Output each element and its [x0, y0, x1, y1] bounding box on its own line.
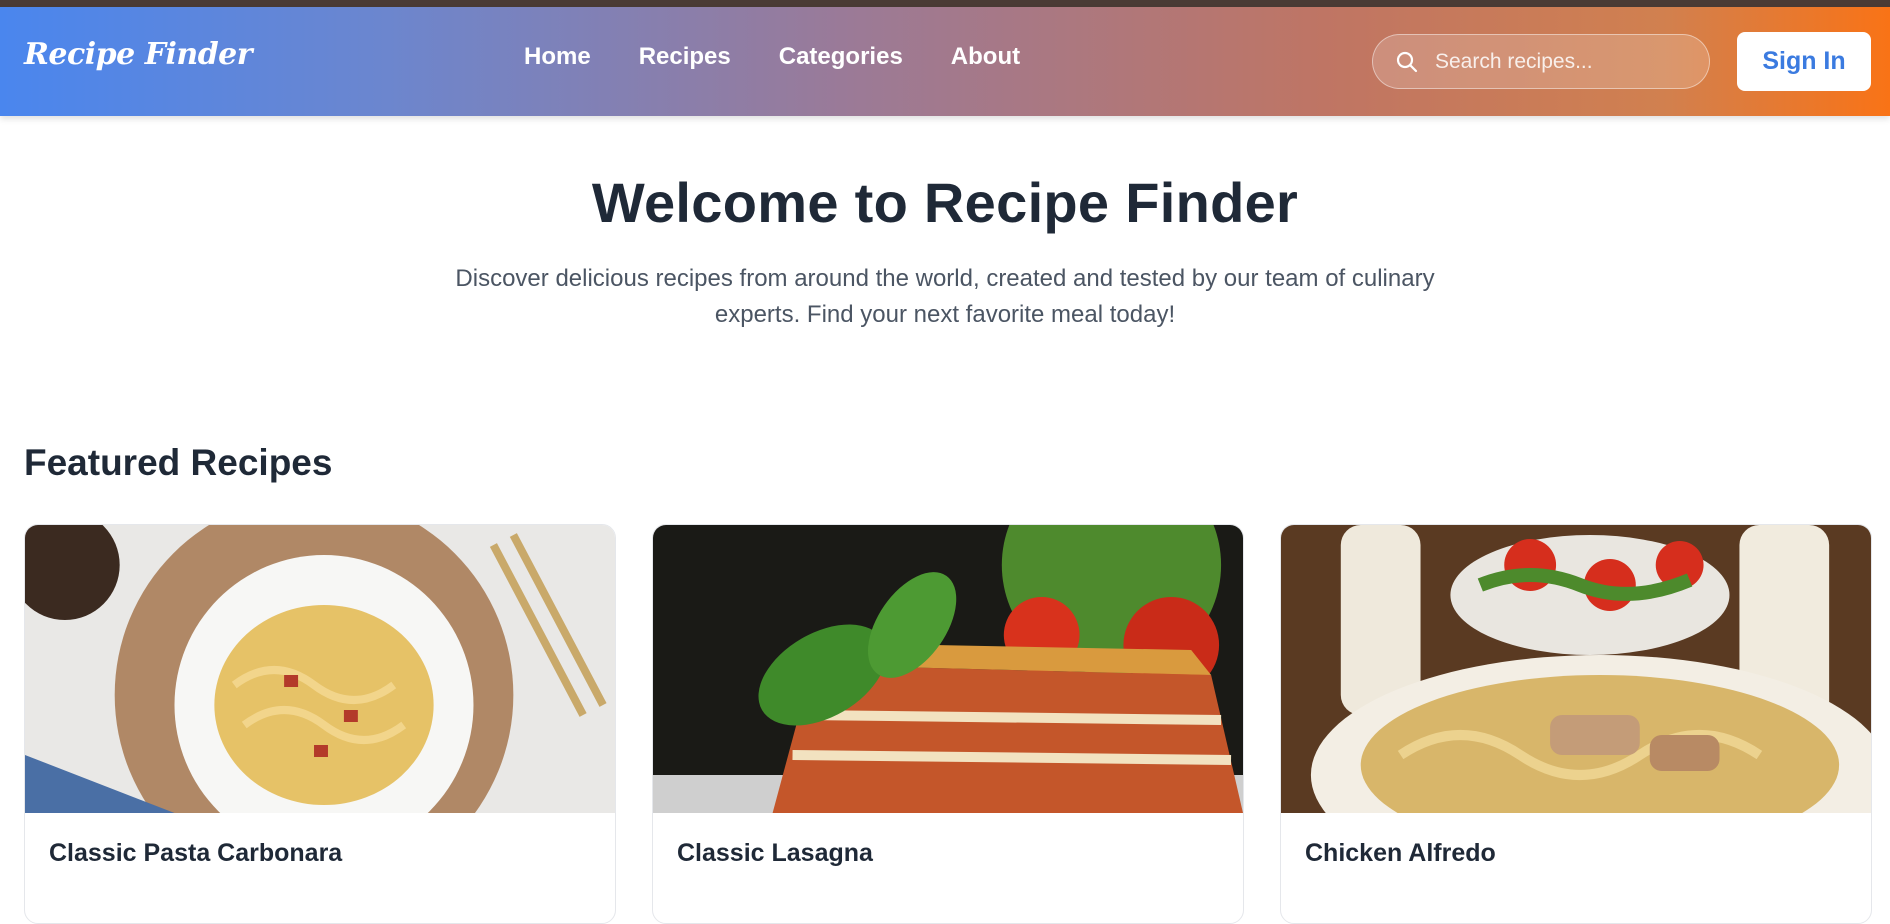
hero-section: Welcome to Recipe Finder Discover delici…: [0, 116, 1890, 333]
hero-title: Welcome to Recipe Finder: [591, 171, 1299, 234]
nav-home[interactable]: Home: [524, 43, 591, 71]
recipe-card-alfredo[interactable]: Chicken Alfredo: [1280, 524, 1872, 924]
recipe-image-alfredo: [1281, 525, 1871, 813]
recipe-card-carbonara[interactable]: Classic Pasta Carbonara: [24, 524, 616, 924]
site-logo[interactable]: Recipe Finder: [24, 37, 253, 72]
recipe-card-lasagna[interactable]: Classic Lasagna: [652, 524, 1244, 924]
nav-about[interactable]: About: [951, 43, 1020, 71]
main-nav: Home Recipes Categories About: [524, 43, 1068, 71]
search-input[interactable]: [1433, 48, 1697, 75]
search-box[interactable]: [1372, 34, 1710, 89]
hero-subtitle: Discover delicious recipes from around t…: [455, 265, 1435, 328]
recipe-cards: Classic Pasta Carbonara Classic Lasagna: [24, 524, 1872, 924]
featured-recipes-title: Featured Recipes: [24, 442, 333, 483]
top-border: [0, 0, 1890, 7]
recipe-image-lasagna: [653, 525, 1243, 813]
search-icon: [1395, 50, 1419, 74]
recipe-title[interactable]: Classic Lasagna: [653, 813, 1243, 868]
site-header: Recipe Finder Home Recipes Categories Ab…: [0, 7, 1890, 116]
sign-in-button[interactable]: Sign In: [1737, 32, 1871, 91]
recipe-title[interactable]: Chicken Alfredo: [1281, 813, 1871, 868]
recipe-image-carbonara: [25, 525, 615, 813]
recipe-title[interactable]: Classic Pasta Carbonara: [25, 813, 615, 868]
nav-recipes[interactable]: Recipes: [639, 43, 731, 71]
nav-categories[interactable]: Categories: [779, 43, 903, 71]
